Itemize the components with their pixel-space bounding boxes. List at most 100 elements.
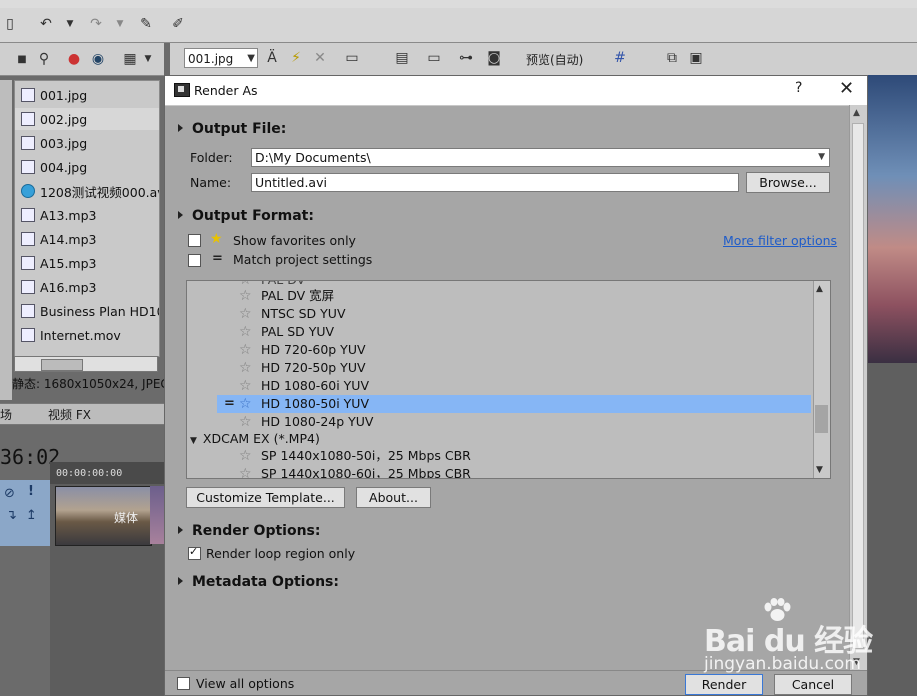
undo-icon[interactable]: ↶ <box>36 14 56 34</box>
delete-icon[interactable]: ✕ <box>310 48 330 68</box>
view-all-options-checkbox[interactable] <box>177 677 190 690</box>
preview-quality-icon[interactable]: ◙ <box>484 48 504 68</box>
edit-tool-icon[interactable]: ✎ <box>136 14 156 34</box>
render-button[interactable]: Render <box>685 674 763 695</box>
metadata-options-section[interactable]: Metadata Options: <box>178 574 339 590</box>
view-icon[interactable]: ▦ <box>120 49 140 69</box>
video-clip[interactable]: 媒体 <box>55 486 152 546</box>
track-down-icon[interactable]: ↴ <box>6 508 17 523</box>
star-outline-icon[interactable]: ☆ <box>239 395 255 413</box>
file-item[interactable]: 001.jpg <box>15 84 159 106</box>
browse-button[interactable]: Browse... <box>746 172 830 193</box>
file-item[interactable]: A15.mp3 <box>15 252 159 274</box>
list-item[interactable]: ☆ HD 1080-60i YUV <box>239 377 369 395</box>
adjust-icon[interactable]: Ä <box>262 48 282 68</box>
flash-icon[interactable]: ⚡ <box>286 48 306 68</box>
star-outline-icon[interactable]: ☆ <box>239 413 255 431</box>
file-item[interactable]: A13.mp3 <box>15 204 159 226</box>
format-group[interactable]: ▼ XDCAM EX (*.MP4) <box>190 431 320 446</box>
collapse-triangle-icon[interactable]: ▼ <box>190 436 197 446</box>
file-item[interactable]: A16.mp3 <box>15 276 159 298</box>
scrollbar-thumb[interactable] <box>41 359 83 371</box>
help-button[interactable]: ? <box>795 80 802 96</box>
scrollbar-thumb[interactable] <box>815 405 828 433</box>
monitor-icon[interactable]: ▭ <box>342 48 362 68</box>
display-icon[interactable]: ▭ <box>424 48 444 68</box>
stop-icon[interactable]: ■ <box>12 49 32 69</box>
show-favorites-checkbox[interactable] <box>188 234 201 247</box>
file-list-scrollbar[interactable] <box>14 356 158 372</box>
star-outline-icon[interactable]: ☆ <box>239 465 255 478</box>
scroll-down-icon[interactable]: ▼ <box>853 657 860 667</box>
close-icon[interactable]: ✕ <box>839 78 854 99</box>
redo-dropdown-icon[interactable]: ▼ <box>110 14 130 34</box>
tab-transitions[interactable]: 场 <box>0 406 12 423</box>
file-item[interactable]: A14.mp3 <box>15 228 159 250</box>
record-icon[interactable]: ● <box>64 49 84 69</box>
copy-snapshot-icon[interactable]: ⧉ <box>662 48 682 68</box>
cancel-button[interactable]: Cancel <box>774 674 852 695</box>
star-outline-icon[interactable]: ☆ <box>239 305 255 323</box>
dialog-scrollbar[interactable]: ▲ ▼ <box>849 105 867 670</box>
solo-icon[interactable]: ! <box>28 484 34 499</box>
about-button[interactable]: About... <box>356 487 431 508</box>
star-outline-icon[interactable]: ☆ <box>239 359 255 377</box>
file-item[interactable]: Business Plan HD108 <box>15 300 159 322</box>
preview-file-select[interactable]: 001.jpg ▼ <box>184 48 258 68</box>
list-item[interactable]: ☆ HD 720-60p YUV <box>239 341 366 359</box>
save-snapshot-icon[interactable]: ▣ <box>686 48 706 68</box>
file-item[interactable]: Internet.mov <box>15 324 159 346</box>
auto-preview-icon[interactable]: ⚲ <box>34 49 54 69</box>
scrollbar-thumb[interactable] <box>852 123 864 649</box>
render-options-section[interactable]: Render Options: <box>178 523 320 539</box>
timeline-ruler[interactable]: 00:00:00:00 <box>50 462 165 484</box>
view-all-options-label: View all options <box>196 676 295 691</box>
star-outline-icon[interactable]: ☆ <box>239 447 255 465</box>
star-outline-icon[interactable]: ☆ <box>239 287 255 305</box>
list-item[interactable]: ☆ PAL SD YUV <box>239 323 334 341</box>
split-icon[interactable]: ▤ <box>392 48 412 68</box>
file-item[interactable]: 1208测试视频000.avi <box>15 180 159 202</box>
output-file-section[interactable]: Output File: <box>178 121 286 137</box>
preview-mode-label[interactable]: 预览(自动) <box>526 51 583 68</box>
search-icon[interactable]: ◉ <box>88 49 108 69</box>
file-item[interactable]: 004.jpg <box>15 156 159 178</box>
list-item[interactable]: ☆ SP 1440x1080-50i，25 Mbps CBR <box>239 447 471 465</box>
scroll-up-icon[interactable]: ▲ <box>816 284 823 294</box>
star-outline-icon[interactable]: ☆ <box>239 341 255 359</box>
render-loop-checkbox[interactable] <box>188 545 201 560</box>
undo-dropdown-icon[interactable]: ▼ <box>60 14 80 34</box>
file-item[interactable]: 003.jpg <box>15 132 159 154</box>
template-list-scrollbar[interactable]: ▲ ▼ <box>813 281 830 478</box>
list-item[interactable]: ☆ NTSC SD YUV <box>239 305 346 323</box>
list-item[interactable]: ☆ SP 1440x1080-60i，25 Mbps CBR <box>239 465 471 478</box>
template-name: NTSC SD YUV <box>261 306 346 321</box>
more-filter-options-link[interactable]: More filter options <box>723 233 837 248</box>
view-dropdown-icon[interactable]: ▼ <box>138 49 158 69</box>
envelope-tool-icon[interactable]: ✐ <box>168 14 188 34</box>
track-header[interactable]: ⊘ ! ↴ ↥ <box>0 480 50 546</box>
star-outline-icon[interactable]: ☆ <box>239 323 255 341</box>
list-item[interactable]: ☆ HD 1080-24p YUV <box>239 413 373 431</box>
list-item[interactable]: ☆ PAL DV 宽屏 <box>239 287 334 305</box>
video-clip-next[interactable] <box>150 486 164 544</box>
file-item[interactable]: 002.jpg <box>15 108 159 130</box>
tab-video-fx[interactable]: 视频 FX <box>48 406 91 423</box>
redo-icon[interactable]: ↷ <box>86 14 106 34</box>
track-up-icon[interactable]: ↥ <box>26 508 37 523</box>
list-item-selected[interactable]: ☆ HD 1080-50i YUV <box>239 395 369 413</box>
folder-field[interactable]: D:\My Documents\ ▼ <box>251 148 830 167</box>
overlay-icon[interactable]: ⊶ <box>456 48 476 68</box>
star-outline-icon[interactable]: ☆ <box>239 377 255 395</box>
scroll-down-icon[interactable]: ▼ <box>816 465 823 475</box>
name-field[interactable]: Untitled.avi <box>251 173 739 192</box>
grid-icon[interactable]: # <box>610 48 630 68</box>
scroll-up-icon[interactable]: ▲ <box>853 108 860 118</box>
list-item[interactable]: ☆ HD 720-50p YUV <box>239 359 366 377</box>
chevron-down-icon[interactable]: ▼ <box>818 149 825 166</box>
paste-icon[interactable]: ▯ <box>0 14 20 34</box>
customize-template-button[interactable]: Customize Template... <box>186 487 345 508</box>
match-project-checkbox[interactable] <box>188 254 201 267</box>
output-format-section[interactable]: Output Format: <box>178 208 314 224</box>
mute-icon[interactable]: ⊘ <box>4 486 15 501</box>
